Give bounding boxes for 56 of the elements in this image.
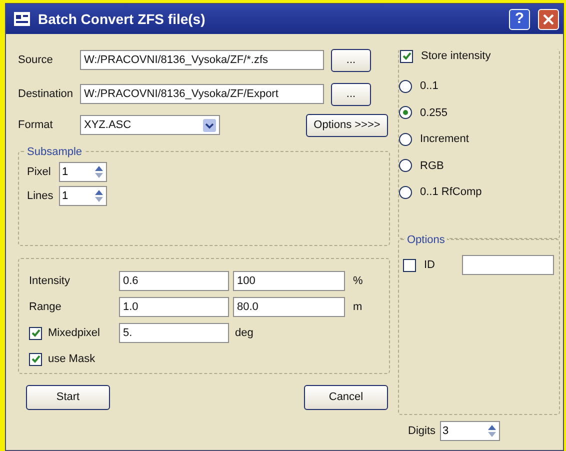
spin-arrows-icon[interactable] — [94, 165, 104, 179]
unit-label: deg — [235, 326, 254, 341]
checkbox-label: Store intensity — [421, 48, 491, 64]
radio-label: 0.255 — [420, 106, 448, 120]
checkbox[interactable] — [403, 258, 416, 272]
browse-button[interactable]: ... — [331, 82, 371, 106]
checkbox[interactable] — [400, 50, 413, 62]
options-button[interactable]: Options >>>> — [306, 114, 388, 136]
close-button[interactable] — [538, 8, 559, 30]
spin-field[interactable]: 3 — [440, 421, 500, 441]
checkbox[interactable] — [29, 326, 42, 340]
path-field[interactable]: W:/PRACOVNI/8136_Vysoka/ZF/*.zfs — [80, 50, 324, 70]
field-label: Source — [18, 52, 54, 68]
checkbox[interactable] — [29, 352, 42, 366]
help-button[interactable]: ? — [509, 8, 530, 30]
field-label: Range — [29, 300, 62, 315]
text-field[interactable]: 100 — [233, 271, 345, 291]
field-label: Pixel — [27, 164, 52, 180]
radio-label: 0..1 RfComp — [420, 185, 482, 200]
field-label: Intensity — [29, 274, 71, 289]
radio-button[interactable] — [399, 132, 412, 146]
start-button[interactable]: Start — [26, 385, 110, 410]
field-label: Lines — [27, 188, 54, 204]
unit-label: % — [353, 274, 363, 289]
radio-label: Increment — [420, 132, 469, 147]
field-label: Destination — [18, 86, 74, 102]
text-field[interactable]: 5. — [119, 323, 229, 343]
group-title: Subsample — [25, 144, 84, 160]
spin-arrows-icon[interactable] — [94, 189, 104, 203]
id-field[interactable] — [462, 255, 554, 275]
group-title: Options — [405, 232, 447, 248]
radio-button[interactable] — [399, 159, 412, 172]
field-label: Digits — [408, 424, 436, 439]
unit-label: m — [353, 300, 362, 315]
text-field[interactable]: 0.6 — [119, 271, 229, 291]
path-field[interactable]: W:/PRACOVNI/8136_Vysoka/ZF/Export — [80, 84, 324, 104]
spin-arrows-icon[interactable] — [486, 424, 497, 438]
checkbox-label: Mixedpixel — [48, 326, 101, 341]
radio-label: 0..1 — [420, 79, 438, 94]
radio-button[interactable] — [399, 186, 412, 199]
text-field[interactable]: 80.0 — [233, 297, 345, 317]
window-title: Batch Convert ZFS file(s) — [38, 10, 206, 29]
spin-field[interactable]: 1 — [59, 186, 107, 206]
radio-label: RGB — [420, 158, 444, 174]
checkbox-label: use Mask — [48, 352, 96, 367]
close-icon — [543, 14, 554, 24]
radio-button[interactable] — [399, 106, 412, 120]
cancel-button[interactable]: Cancel — [304, 385, 388, 410]
text-field[interactable]: 1.0 — [119, 297, 229, 317]
field-label: Format — [18, 118, 54, 133]
spin-field[interactable]: 1 — [59, 162, 107, 182]
browse-button[interactable]: ... — [331, 48, 371, 72]
radio-button[interactable] — [399, 80, 412, 93]
format-dropdown[interactable]: XYZ.ASC — [80, 115, 220, 135]
app-icon — [14, 12, 30, 26]
checkbox-label: ID — [424, 258, 436, 273]
